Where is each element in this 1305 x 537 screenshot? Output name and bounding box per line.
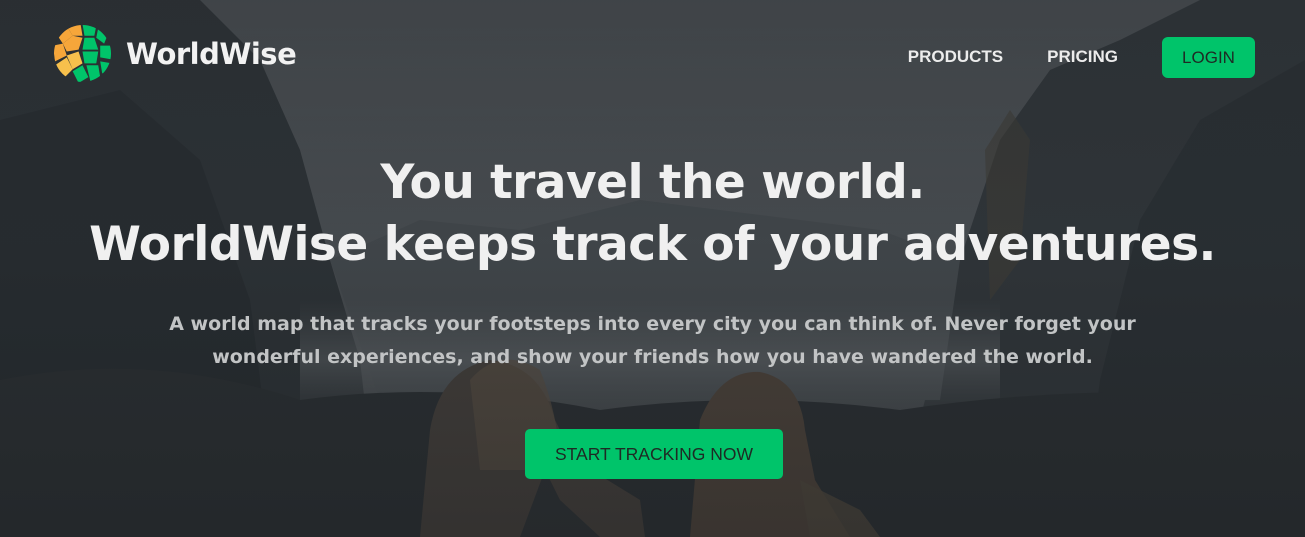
nav-link-products[interactable]: PRODUCTS — [908, 36, 1003, 78]
hero-section: WorldWise PRODUCTS PRICING LOGIN You tra… — [0, 0, 1305, 537]
brand-logo-link[interactable]: WorldWise — [53, 24, 297, 83]
hero-subtitle: A world map that tracks your footsteps i… — [169, 313, 1136, 368]
brand-name: WorldWise — [126, 36, 297, 71]
nav-links: PRODUCTS PRICING LOGIN — [908, 36, 1255, 78]
hero-title-line-1: You travel the world. — [380, 155, 925, 210]
hero-title: You travel the world. WorldWise keeps tr… — [0, 152, 1305, 276]
login-button[interactable]: LOGIN — [1162, 36, 1255, 78]
nav-link-pricing[interactable]: PRICING — [1047, 36, 1118, 78]
main-nav: WorldWise PRODUCTS PRICING LOGIN — [0, 0, 1305, 112]
hero-title-line-2: WorldWise keeps track of your adventures… — [89, 217, 1216, 272]
globe-hexagon-logo-icon — [53, 24, 112, 83]
start-tracking-button[interactable]: START TRACKING NOW — [525, 429, 783, 479]
